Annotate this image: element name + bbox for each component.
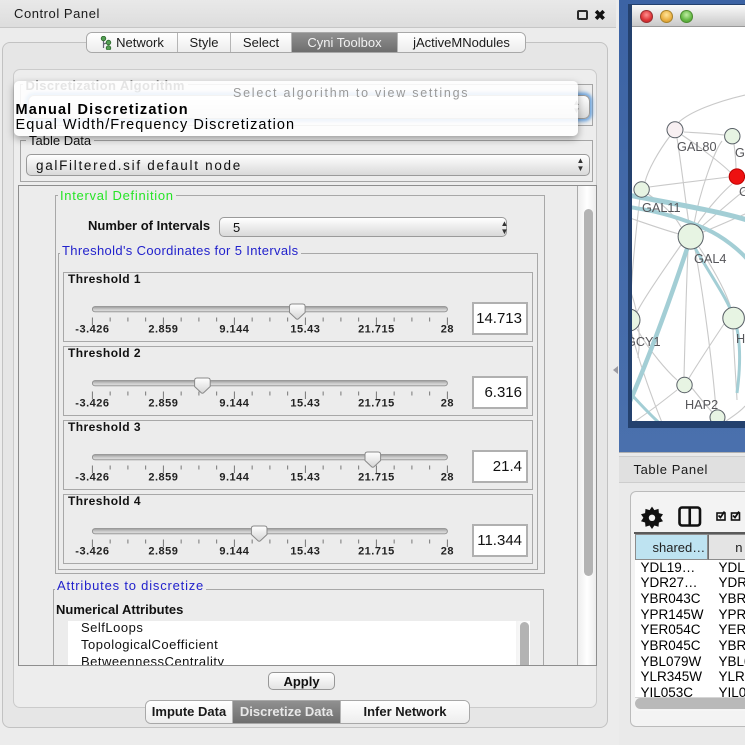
svg-text:GAL80: GAL80 xyxy=(677,140,717,154)
svg-text:-3.426: -3.426 xyxy=(75,398,109,410)
svg-text:15.43: 15.43 xyxy=(290,324,320,336)
svg-text:15.43: 15.43 xyxy=(290,546,320,558)
svg-text:9.144: 9.144 xyxy=(219,546,249,558)
svg-text:28: 28 xyxy=(441,472,454,484)
svg-text:21.715: 21.715 xyxy=(358,546,395,558)
svg-text:GAL4: GAL4 xyxy=(694,252,726,266)
svg-text:G.: G. xyxy=(735,146,745,160)
svg-text:21.715: 21.715 xyxy=(358,472,395,484)
svg-text:-3.426: -3.426 xyxy=(75,546,109,558)
svg-text:9.144: 9.144 xyxy=(219,398,249,410)
svg-text:9.144: 9.144 xyxy=(219,324,249,336)
svg-text:HAP2: HAP2 xyxy=(685,398,718,412)
svg-text:21.715: 21.715 xyxy=(358,398,395,410)
svg-text:15.43: 15.43 xyxy=(290,472,320,484)
svg-text:GAL11: GAL11 xyxy=(642,201,681,215)
svg-text:28: 28 xyxy=(441,324,454,336)
svg-text:2.859: 2.859 xyxy=(148,324,178,336)
svg-text:21.715: 21.715 xyxy=(358,324,395,336)
svg-text:GCY1: GCY1 xyxy=(632,335,661,349)
svg-text:-3.426: -3.426 xyxy=(75,472,109,484)
svg-text:15.43: 15.43 xyxy=(290,398,320,410)
svg-text:H: H xyxy=(736,332,745,346)
svg-text:28: 28 xyxy=(441,546,454,558)
svg-text:2.859: 2.859 xyxy=(148,546,178,558)
svg-text:C: C xyxy=(739,185,745,199)
svg-text:2.859: 2.859 xyxy=(148,398,178,410)
svg-text:-3.426: -3.426 xyxy=(75,324,109,336)
svg-text:2.859: 2.859 xyxy=(148,472,178,484)
svg-text:9.144: 9.144 xyxy=(219,472,249,484)
svg-text:28: 28 xyxy=(441,398,454,410)
